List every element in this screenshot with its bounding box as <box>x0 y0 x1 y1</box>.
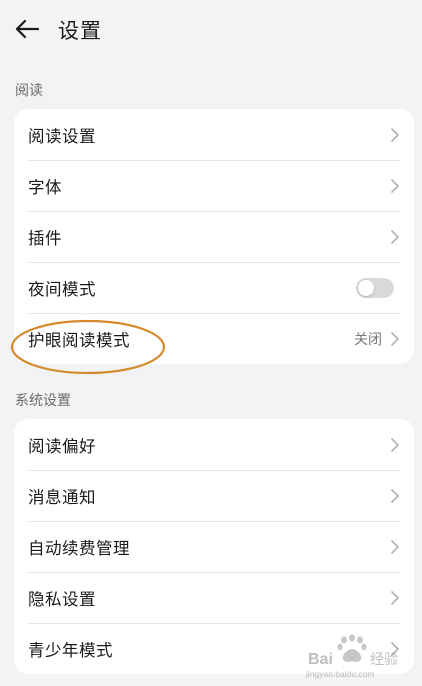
row-label: 字体 <box>28 177 62 197</box>
row-privacy[interactable]: 隐私设置 <box>14 572 414 623</box>
chevron-right-icon <box>391 488 399 503</box>
chevron-right-icon <box>391 590 399 605</box>
header: 设置 <box>0 0 422 60</box>
row-notifications[interactable]: 消息通知 <box>14 470 414 521</box>
row-auto-renewal[interactable]: 自动续费管理 <box>14 521 414 572</box>
section-label-system: 系统设置 <box>15 393 71 409</box>
toggle-knob <box>358 279 374 296</box>
row-teen-mode[interactable]: 青少年模式 <box>14 623 414 674</box>
chevron-right-icon <box>391 539 399 554</box>
settings-page: 设置 阅读 阅读设置 字体 插件 夜间模式 护眼阅读模式 关闭 系统设置 阅读偏… <box>0 0 422 686</box>
reading-settings-card: 阅读设置 字体 插件 夜间模式 护眼阅读模式 关闭 <box>14 109 414 364</box>
chevron-right-icon <box>391 127 399 142</box>
arrow-left-icon <box>15 19 40 39</box>
row-reading-settings[interactable]: 阅读设置 <box>14 109 414 160</box>
row-label: 隐私设置 <box>28 589 96 609</box>
chevron-right-icon <box>391 331 399 346</box>
system-settings-card: 阅读偏好 消息通知 自动续费管理 隐私设置 青少年模式 <box>14 419 414 674</box>
night-mode-toggle[interactable] <box>356 277 394 298</box>
row-label: 护眼阅读模式 <box>28 330 130 350</box>
row-label: 阅读偏好 <box>28 436 96 456</box>
back-button[interactable] <box>10 12 44 46</box>
row-reading-preference[interactable]: 阅读偏好 <box>14 419 414 470</box>
row-night-mode: 夜间模式 <box>14 262 414 313</box>
section-label-reading: 阅读 <box>15 83 43 99</box>
row-plugins[interactable]: 插件 <box>14 211 414 262</box>
row-label: 插件 <box>28 228 62 248</box>
row-label: 自动续费管理 <box>28 538 130 558</box>
chevron-right-icon <box>391 229 399 244</box>
chevron-right-icon <box>391 178 399 193</box>
row-label: 夜间模式 <box>28 279 96 299</box>
row-font[interactable]: 字体 <box>14 160 414 211</box>
row-eye-care-mode[interactable]: 护眼阅读模式 关闭 <box>14 313 414 364</box>
row-value: 关闭 <box>354 331 382 348</box>
row-label: 阅读设置 <box>28 126 96 146</box>
page-title: 设置 <box>58 19 102 43</box>
row-label: 青少年模式 <box>28 640 113 660</box>
chevron-right-icon <box>391 437 399 452</box>
row-label: 消息通知 <box>28 487 96 507</box>
chevron-right-icon <box>391 641 399 656</box>
